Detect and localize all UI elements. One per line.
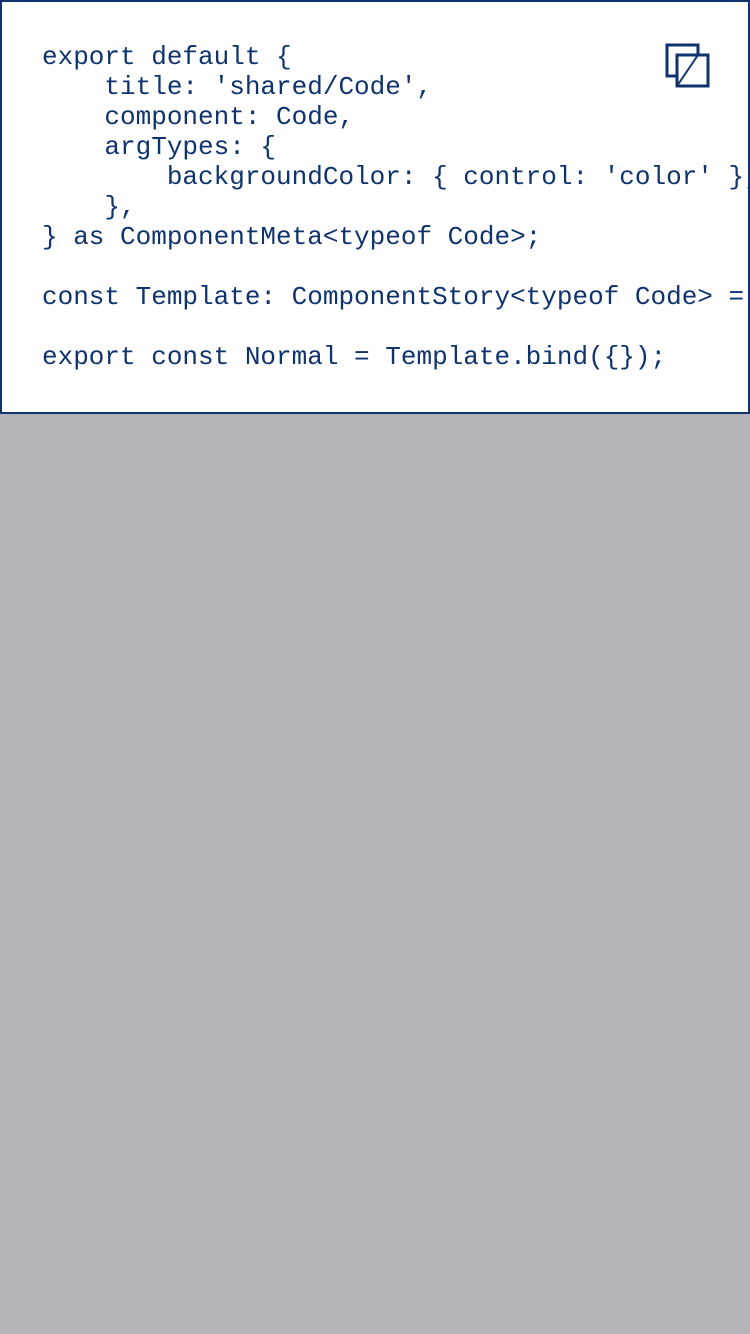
code-line: export default {: [42, 42, 292, 72]
copy-button[interactable]: [664, 42, 712, 90]
code-line: const Template: ComponentStory<typeof Co…: [42, 282, 745, 312]
copy-icon: [665, 43, 710, 88]
code-line: argTypes: {: [42, 132, 277, 162]
code-line: } as ComponentMeta<typeof Code>;: [42, 222, 542, 252]
code-line: title: 'shared/Code',: [42, 72, 433, 102]
code-panel: export default { title: 'shared/Code', c…: [0, 0, 750, 414]
code-line: backgroundColor: { control: 'color' },: [42, 162, 750, 192]
code-line: export const Normal = Template.bind({});: [42, 342, 667, 372]
code-line: },: [42, 192, 136, 222]
code-line: component: Code,: [42, 102, 355, 132]
code-block: export default { title: 'shared/Code', c…: [42, 42, 750, 372]
